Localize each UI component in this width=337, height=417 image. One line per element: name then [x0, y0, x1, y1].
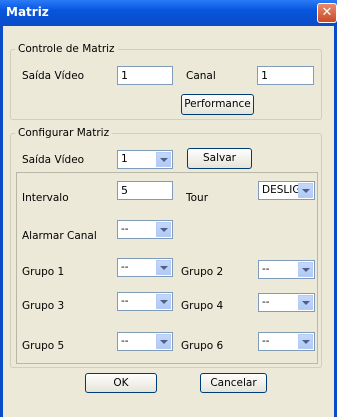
- config-saida-video-select[interactable]: 1: [117, 150, 173, 169]
- matriz-dialog: Matriz ✕ Controle de Matriz Saída Vídeo …: [0, 0, 337, 417]
- chevron-down-icon[interactable]: [298, 262, 313, 277]
- salvar-button[interactable]: Salvar: [187, 148, 252, 169]
- close-icon: ✕: [321, 5, 333, 20]
- grupo-6-label: Grupo 6: [181, 340, 224, 352]
- tour-label: Tour: [186, 192, 209, 204]
- alarmar-canal-value: --: [121, 223, 129, 235]
- chevron-down-icon[interactable]: [298, 183, 313, 198]
- grupo-4-label: Grupo 4: [181, 300, 224, 312]
- performance-button[interactable]: Performance: [181, 94, 254, 115]
- configurar-legend: Configurar Matriz: [15, 127, 113, 139]
- saida-video-label: Saída Vídeo: [22, 70, 85, 82]
- chevron-down-icon[interactable]: [156, 222, 171, 237]
- chevron-down-icon[interactable]: [156, 260, 171, 275]
- grupo-5-select[interactable]: --: [117, 332, 173, 351]
- grupo-2-select[interactable]: --: [258, 260, 315, 279]
- canal-label: Canal: [186, 70, 216, 82]
- cancel-button[interactable]: Cancelar: [200, 373, 267, 393]
- controle-legend: Controle de Matriz: [15, 43, 118, 55]
- grupo-3-select[interactable]: --: [117, 292, 173, 311]
- chevron-down-icon[interactable]: [156, 294, 171, 309]
- grupo-5-value: --: [121, 335, 129, 347]
- config-saida-video-label: Saída Vídeo: [22, 154, 85, 166]
- window-title: Matriz: [6, 5, 49, 19]
- grupo-4-value: --: [262, 296, 270, 308]
- chevron-down-icon[interactable]: [156, 152, 171, 167]
- grupo-2-label: Grupo 2: [181, 266, 224, 278]
- grupo-1-select[interactable]: --: [117, 258, 173, 277]
- tour-select[interactable]: DESLIG: [258, 181, 315, 200]
- grupo-3-value: --: [121, 295, 129, 307]
- alarmar-canal-label: Alarmar Canal: [22, 230, 97, 242]
- window-frame-left: [0, 26, 3, 417]
- grupo-5-label: Grupo 5: [22, 340, 65, 352]
- saida-video-input[interactable]: 1: [117, 66, 173, 85]
- chevron-down-icon[interactable]: [298, 334, 313, 349]
- grupo-1-label: Grupo 1: [22, 266, 65, 278]
- grupo-1-value: --: [121, 261, 129, 273]
- grupo-2-value: --: [262, 263, 270, 275]
- chevron-down-icon[interactable]: [156, 334, 171, 349]
- intervalo-label: Intervalo: [22, 192, 69, 204]
- title-bar[interactable]: Matriz ✕: [0, 0, 337, 26]
- grupo-6-value: --: [262, 335, 270, 347]
- alarmar-canal-select[interactable]: --: [117, 220, 173, 239]
- ok-button[interactable]: OK: [85, 373, 157, 393]
- grupo-4-select[interactable]: --: [258, 293, 315, 312]
- close-button[interactable]: ✕: [317, 3, 337, 23]
- canal-input[interactable]: 1: [257, 66, 314, 85]
- config-saida-video-value: 1: [121, 153, 128, 165]
- grupo-6-select[interactable]: --: [258, 332, 315, 351]
- chevron-down-icon[interactable]: [298, 295, 313, 310]
- tour-value: DESLIG: [262, 184, 301, 196]
- grupo-3-label: Grupo 3: [22, 300, 65, 312]
- intervalo-input[interactable]: 5: [117, 181, 173, 200]
